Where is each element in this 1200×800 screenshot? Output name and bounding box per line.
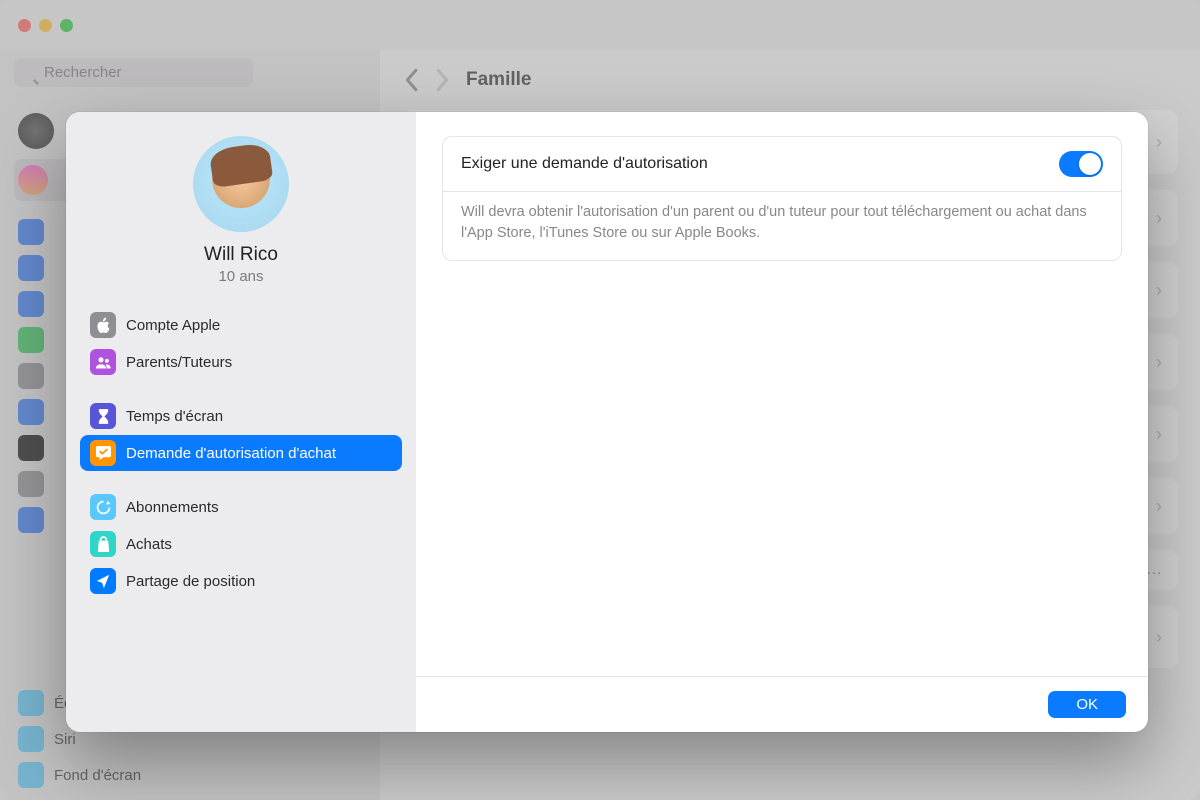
chevron-right-icon: › [1156,352,1162,373]
sidebar-item[interactable]: Fond d'écran [14,758,366,792]
avatar-icon [18,113,54,149]
ask-to-buy-setting-card: Exiger une demande d'autorisation Will d… [442,136,1122,261]
nav-item-label: Abonnements [126,499,219,516]
ok-button[interactable]: OK [1048,691,1126,718]
nav-item-label: Achats [126,536,172,553]
sheet-footer: OK [416,676,1148,732]
ask-to-buy-toggle[interactable] [1059,151,1103,177]
nav-item-location[interactable]: Partage de position [80,563,402,599]
chevron-right-icon: › [1156,424,1162,445]
member-settings-sheet: Will Rico 10 ans Compte Apple Parents/Tut… [66,112,1148,732]
sidebar-item-icon [18,219,44,245]
nav-item-screen[interactable]: Temps d'écran [80,398,402,434]
sidebar-item-icon [18,291,44,317]
profile-header: Will Rico 10 ans [80,136,402,285]
sidebar-item-icon [18,507,44,533]
chevron-right-icon: › [1156,132,1162,153]
nav-item-ask[interactable]: Demande d'autorisation d'achat [80,435,402,471]
traffic-maximize-icon[interactable] [60,19,73,32]
arrow-location-icon [90,568,116,594]
apple-logo-icon [90,312,116,338]
sidebar-item-icon [18,435,44,461]
sheet-sidebar: Will Rico 10 ans Compte Apple Parents/Tut… [66,112,416,732]
people-icon [90,349,116,375]
nav-item-subs[interactable]: Abonnements [80,489,402,525]
sidebar-item-label: Siri [54,731,76,748]
sheet-main: Exiger une demande d'autorisation Will d… [416,112,1148,732]
traffic-close-icon[interactable] [18,19,31,32]
nav-item-label: Parents/Tuteurs [126,354,232,371]
search-field-wrap[interactable] [14,58,366,97]
setting-title: Exiger une demande d'autorisation [461,155,1045,173]
sidebar-item-icon [18,363,44,389]
chevron-right-icon: › [1156,208,1162,229]
bag-icon [90,531,116,557]
hourglass-icon [90,403,116,429]
profile-age: 10 ans [218,268,263,285]
sidebar-item-icon [18,726,44,752]
chat-check-icon [90,440,116,466]
nav-item-label: Temps d'écran [126,408,223,425]
chevron-right-icon: › [1156,280,1162,301]
sidebar-item-icon [18,690,44,716]
nav-item-apple[interactable]: Compte Apple [80,307,402,343]
profile-name: Will Rico [204,244,278,266]
window-titlebar [0,0,1200,50]
sidebar-item-icon [18,762,44,788]
nav-item-purchases[interactable]: Achats [80,526,402,562]
nav-forward-icon [434,68,452,92]
sidebar-item-icon [18,471,44,497]
sidebar-item-icon [18,327,44,353]
nav-item-label: Compte Apple [126,317,220,334]
sidebar-item-label: Fond d'écran [54,767,141,784]
nav-item-parents[interactable]: Parents/Tuteurs [80,344,402,380]
sidebar-item-icon [18,399,44,425]
page-title: Famille [466,69,531,91]
nav-item-label: Demande d'autorisation d'achat [126,445,336,462]
profile-avatar-icon [193,136,289,232]
family-icon [18,165,48,195]
search-input[interactable] [14,58,253,87]
refresh-icon [90,494,116,520]
sidebar-item-icon [18,255,44,281]
setting-description: Will devra obtenir l'autorisation d'un p… [443,192,1121,260]
nav-back-icon[interactable] [402,68,420,92]
chevron-right-icon: › [1156,627,1162,648]
traffic-minimize-icon[interactable] [39,19,52,32]
nav-item-label: Partage de position [126,573,255,590]
chevron-right-icon: › [1156,496,1162,517]
